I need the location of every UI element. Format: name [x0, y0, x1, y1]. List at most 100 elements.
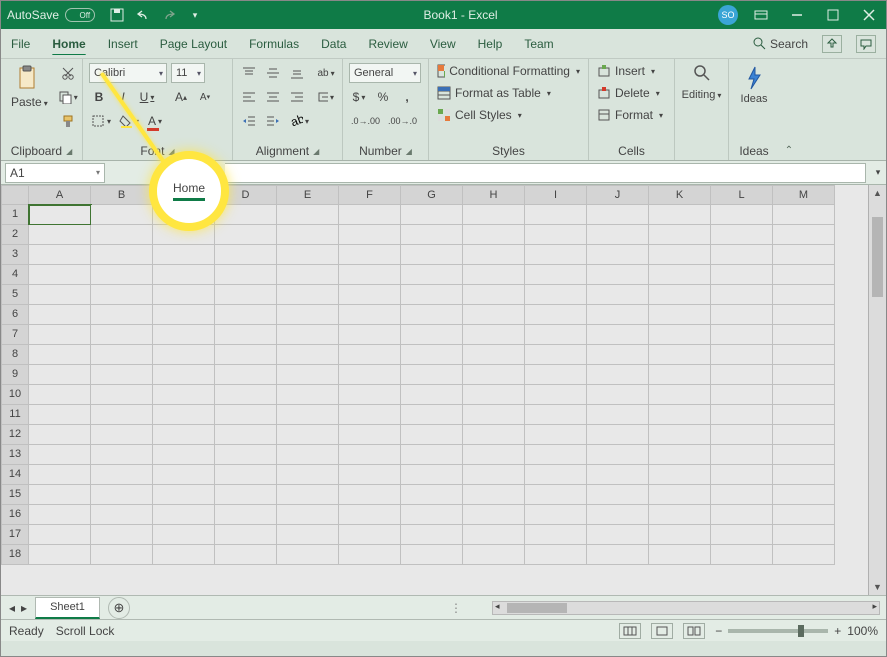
- hscroll-thumb[interactable]: [507, 603, 567, 613]
- cell-G9[interactable]: [401, 365, 463, 385]
- cell-L15[interactable]: [711, 485, 773, 505]
- cell-F16[interactable]: [339, 505, 401, 525]
- cell-C17[interactable]: [153, 525, 215, 545]
- decrease-font-button[interactable]: A▾: [195, 87, 215, 107]
- border-button[interactable]: [89, 111, 113, 131]
- formula-bar[interactable]: [225, 163, 866, 183]
- cell-G13[interactable]: [401, 445, 463, 465]
- cell-J3[interactable]: [587, 245, 649, 265]
- user-avatar[interactable]: SO: [718, 5, 738, 25]
- cell-E6[interactable]: [277, 305, 339, 325]
- cell-K9[interactable]: [649, 365, 711, 385]
- decrease-decimal-button[interactable]: .00→.0: [386, 111, 419, 131]
- cell-J11[interactable]: [587, 405, 649, 425]
- cell-D6[interactable]: [215, 305, 277, 325]
- cell-B16[interactable]: [91, 505, 153, 525]
- cell-I11[interactable]: [525, 405, 587, 425]
- cell-F3[interactable]: [339, 245, 401, 265]
- cell-I10[interactable]: [525, 385, 587, 405]
- cell-H2[interactable]: [463, 225, 525, 245]
- cell-H15[interactable]: [463, 485, 525, 505]
- cell-C8[interactable]: [153, 345, 215, 365]
- cell-C4[interactable]: [153, 265, 215, 285]
- cell-L2[interactable]: [711, 225, 773, 245]
- cell-M15[interactable]: [773, 485, 835, 505]
- copy-button[interactable]: [56, 87, 80, 107]
- insert-cells-button[interactable]: Insert: [595, 63, 668, 79]
- row-header-1[interactable]: 1: [1, 205, 29, 225]
- cell-A16[interactable]: [29, 505, 91, 525]
- cell-F10[interactable]: [339, 385, 401, 405]
- cell-B15[interactable]: [91, 485, 153, 505]
- cell-A4[interactable]: [29, 265, 91, 285]
- cell-G10[interactable]: [401, 385, 463, 405]
- cell-C3[interactable]: [153, 245, 215, 265]
- font-color-button[interactable]: A: [145, 111, 165, 131]
- cell-L17[interactable]: [711, 525, 773, 545]
- cell-B8[interactable]: [91, 345, 153, 365]
- cell-I17[interactable]: [525, 525, 587, 545]
- cell-M2[interactable]: [773, 225, 835, 245]
- cell-B12[interactable]: [91, 425, 153, 445]
- merge-center-button[interactable]: [316, 87, 336, 107]
- row-header-15[interactable]: 15: [1, 485, 29, 505]
- maximize-button[interactable]: [820, 5, 846, 25]
- cell-G11[interactable]: [401, 405, 463, 425]
- cell-K17[interactable]: [649, 525, 711, 545]
- cell-G3[interactable]: [401, 245, 463, 265]
- cell-A18[interactable]: [29, 545, 91, 565]
- cell-K2[interactable]: [649, 225, 711, 245]
- percent-button[interactable]: %: [373, 87, 393, 107]
- zoom-slider[interactable]: [728, 629, 828, 633]
- cell-G18[interactable]: [401, 545, 463, 565]
- sheet-nav[interactable]: ◂▸: [9, 601, 27, 615]
- row-header-12[interactable]: 12: [1, 425, 29, 445]
- cell-M18[interactable]: [773, 545, 835, 565]
- increase-decimal-button[interactable]: .0→.00: [349, 111, 382, 131]
- cell-B3[interactable]: [91, 245, 153, 265]
- align-top-button[interactable]: [239, 63, 259, 83]
- cell-H11[interactable]: [463, 405, 525, 425]
- cell-J14[interactable]: [587, 465, 649, 485]
- collapse-ribbon-icon[interactable]: ⌃: [785, 145, 793, 156]
- align-right-button[interactable]: [287, 87, 307, 107]
- cell-F7[interactable]: [339, 325, 401, 345]
- cell-M5[interactable]: [773, 285, 835, 305]
- cell-J12[interactable]: [587, 425, 649, 445]
- cell-B5[interactable]: [91, 285, 153, 305]
- cell-F9[interactable]: [339, 365, 401, 385]
- cell-H13[interactable]: [463, 445, 525, 465]
- row-header-2[interactable]: 2: [1, 225, 29, 245]
- cell-D17[interactable]: [215, 525, 277, 545]
- align-bottom-button[interactable]: [287, 63, 307, 83]
- cell-I13[interactable]: [525, 445, 587, 465]
- cell-J5[interactable]: [587, 285, 649, 305]
- cell-C6[interactable]: [153, 305, 215, 325]
- cell-C13[interactable]: [153, 445, 215, 465]
- page-break-view-button[interactable]: [683, 623, 705, 639]
- cell-L6[interactable]: [711, 305, 773, 325]
- cell-L5[interactable]: [711, 285, 773, 305]
- cell-I4[interactable]: [525, 265, 587, 285]
- comma-button[interactable]: ,: [397, 87, 417, 107]
- row-header-3[interactable]: 3: [1, 245, 29, 265]
- cell-M9[interactable]: [773, 365, 835, 385]
- cell-D5[interactable]: [215, 285, 277, 305]
- cell-K15[interactable]: [649, 485, 711, 505]
- cell-D15[interactable]: [215, 485, 277, 505]
- cell-M4[interactable]: [773, 265, 835, 285]
- row-header-11[interactable]: 11: [1, 405, 29, 425]
- cell-M3[interactable]: [773, 245, 835, 265]
- cell-D8[interactable]: [215, 345, 277, 365]
- cell-K5[interactable]: [649, 285, 711, 305]
- cell-H6[interactable]: [463, 305, 525, 325]
- tab-review[interactable]: Review: [368, 33, 407, 55]
- find-button[interactable]: [690, 63, 714, 83]
- cell-L4[interactable]: [711, 265, 773, 285]
- cell-K16[interactable]: [649, 505, 711, 525]
- cell-E9[interactable]: [277, 365, 339, 385]
- cell-E16[interactable]: [277, 505, 339, 525]
- col-header-I[interactable]: I: [525, 185, 587, 205]
- cell-E12[interactable]: [277, 425, 339, 445]
- cell-B1[interactable]: [91, 205, 153, 225]
